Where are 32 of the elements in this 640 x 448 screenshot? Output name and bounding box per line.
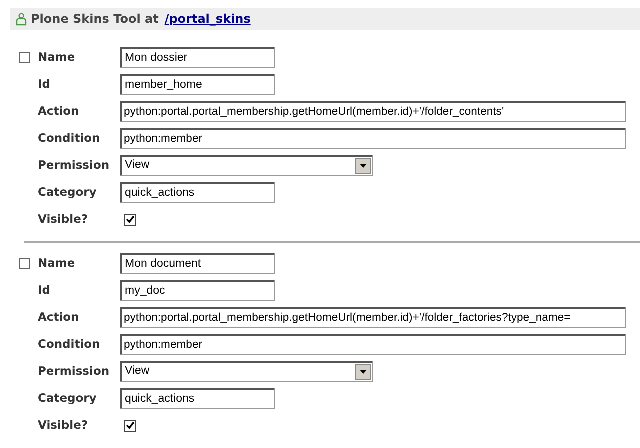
select-checkbox[interactable]: [18, 258, 30, 269]
field-label: Id: [38, 282, 52, 299]
field-label: Category: [38, 390, 98, 407]
field-label: Name: [38, 48, 76, 66]
input-field[interactable]: python:member: [120, 128, 626, 149]
input-field[interactable]: python:portal.portal_membership.getHomeUrl(member.id)+'/folder_factories?type_name=: [120, 307, 626, 328]
input-field[interactable]: member_home: [120, 74, 275, 95]
field-label: Id: [38, 76, 52, 93]
input-field[interactable]: Mon dossier: [120, 47, 275, 68]
input-field[interactable]: my_doc: [120, 280, 275, 301]
field-label: Condition: [38, 130, 102, 147]
input-field[interactable]: python:portal.portal_membership.getHomeUrl(member.id)+'/folder_contents': [120, 101, 626, 122]
select-checkbox[interactable]: [18, 52, 30, 63]
field-label: Visible?: [38, 210, 90, 228]
field-label: Condition: [38, 336, 102, 353]
input-field[interactable]: quick_actions: [120, 388, 275, 409]
field-label: Category: [38, 184, 98, 201]
permission-dropdown[interactable]: View: [120, 361, 373, 382]
input-field[interactable]: python:member: [120, 334, 626, 355]
visible-checkbox[interactable]: [124, 214, 136, 226]
permission-dropdown[interactable]: View: [120, 155, 373, 176]
visible-checkbox[interactable]: [124, 420, 136, 432]
field-label: Visible?: [38, 416, 90, 434]
field-label: Permission: [38, 156, 111, 174]
field-label: Action: [38, 308, 80, 326]
input-field[interactable]: quick_actions: [120, 182, 275, 203]
field-label: Permission: [38, 362, 111, 380]
input-field[interactable]: Mon document: [120, 253, 275, 274]
page-title: Plone Skins Tool at: [31, 11, 159, 28]
field-label: Action: [38, 102, 80, 120]
field-label: Name: [38, 254, 76, 272]
portal-skins-link[interactable]: /portal_skins: [164, 10, 251, 28]
